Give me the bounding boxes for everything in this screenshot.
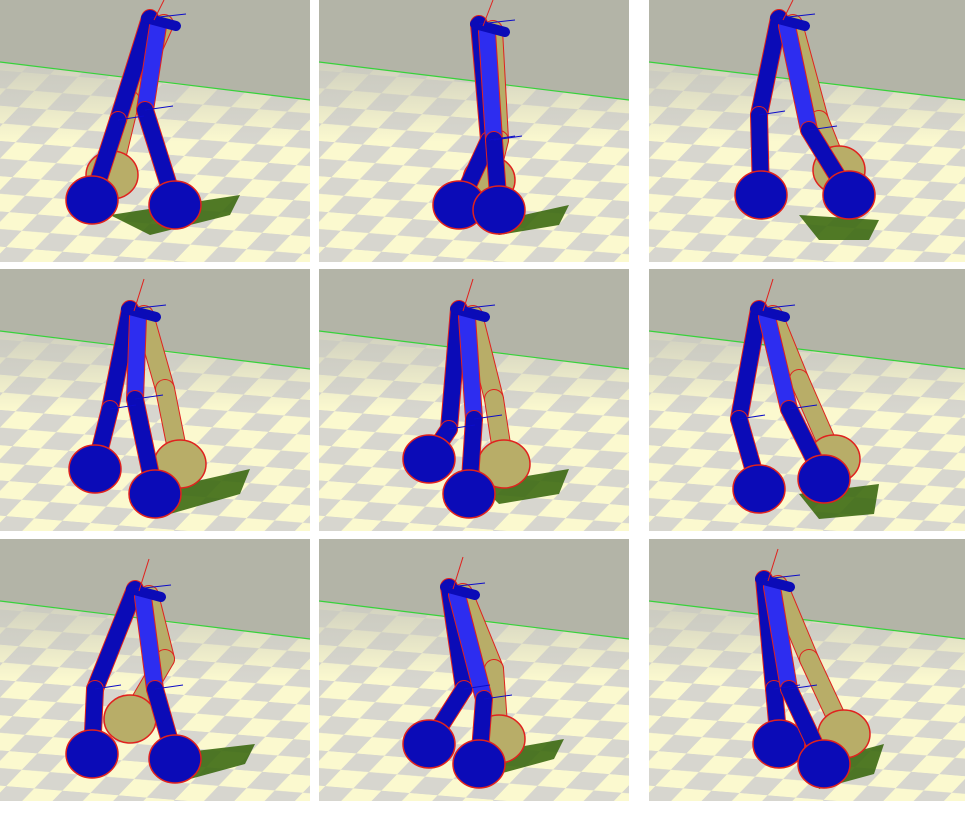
- back-foot: [402, 719, 456, 769]
- sim-scene: [0, 539, 310, 801]
- front-foot: [797, 739, 851, 789]
- front-foot: [148, 180, 202, 230]
- sim-panel-2: [319, 0, 629, 262]
- front-foot: [797, 454, 851, 504]
- sim-scene: [0, 0, 310, 262]
- sim-panel-3: [649, 0, 965, 262]
- back-foot: [732, 464, 786, 514]
- sim-panel-1: [0, 0, 310, 262]
- sim-scene: [319, 539, 629, 801]
- sim-panel-6: [649, 269, 965, 531]
- sim-scene: [0, 269, 310, 531]
- front-leg-upper: [458, 308, 483, 428]
- sim-panel-8: [319, 539, 629, 801]
- back-foot: [734, 170, 788, 220]
- front-foot: [128, 469, 182, 519]
- sim-scene: [319, 0, 629, 262]
- front-leg-upper: [126, 308, 147, 408]
- sim-panel-9: [649, 539, 965, 801]
- sim-scene: [319, 269, 629, 531]
- front-foot: [822, 170, 876, 220]
- front-foot: [472, 185, 526, 235]
- back-foot: [402, 434, 456, 484]
- sim-panel-4: [0, 269, 310, 531]
- front-foot: [148, 734, 202, 784]
- front-leg-upper: [134, 588, 164, 698]
- front-leg-upper: [136, 17, 167, 119]
- sim-panel-7: [0, 539, 310, 801]
- front-foot: [442, 469, 496, 519]
- back-foot: [65, 175, 119, 225]
- sim-scene: [649, 0, 965, 262]
- back-leg-upper: [440, 300, 468, 438]
- back-foot: [68, 444, 122, 494]
- figure-grid: [0, 0, 965, 821]
- sim-panel-5: [319, 269, 629, 531]
- sim-scene: [649, 269, 965, 531]
- front-foot: [452, 739, 506, 789]
- front-leg-upper: [478, 23, 503, 149]
- sim-scene: [649, 539, 965, 801]
- far-foot: [103, 694, 157, 744]
- back-foot: [65, 729, 119, 779]
